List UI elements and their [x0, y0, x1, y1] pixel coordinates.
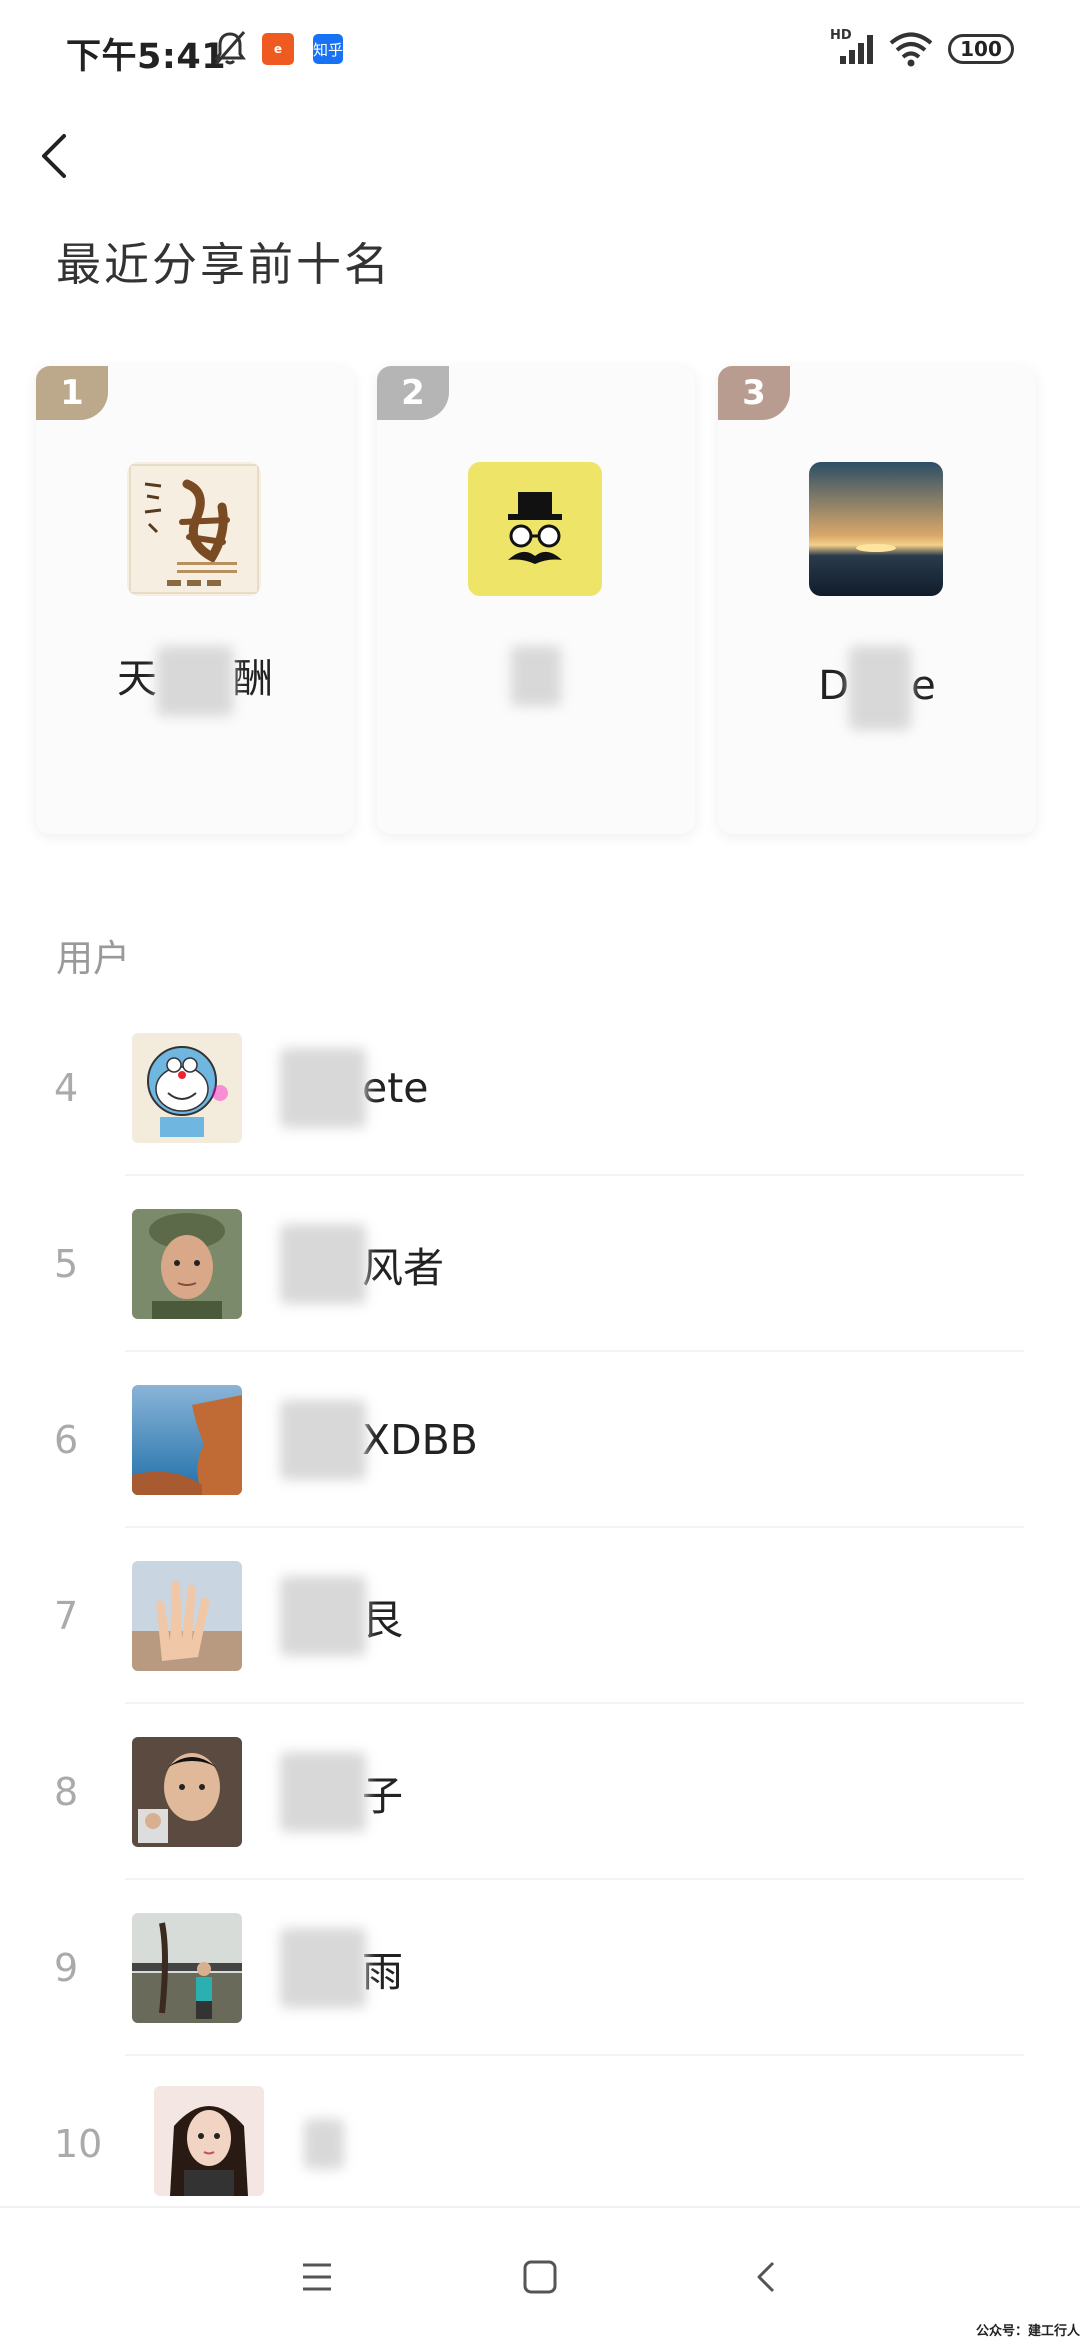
home-button[interactable] [495, 2232, 585, 2322]
home-square-icon [523, 2260, 557, 2294]
back-button[interactable] [24, 120, 94, 192]
zhihu-icon: 知乎 [313, 34, 343, 64]
avatar [127, 462, 261, 596]
rank-badge-bronze: 3 [718, 366, 790, 420]
list-item[interactable]: 7 艮 [0, 1528, 1080, 1704]
back-icon [757, 2261, 775, 2293]
signal-icon: HD [830, 28, 878, 72]
taobao-icon: e [262, 33, 294, 65]
back-chevron-icon [42, 134, 66, 178]
avatar [809, 462, 943, 596]
username: 子 [280, 1704, 403, 1880]
rank-number: 10 [54, 2122, 103, 2166]
list-item[interactable]: 6 XDBB [0, 1352, 1080, 1528]
rank-number: 6 [54, 1418, 79, 1462]
menu-icon [303, 2263, 331, 2291]
list-item[interactable]: 5 风者 [0, 1176, 1080, 1352]
recent-apps-button[interactable] [272, 2232, 362, 2322]
card-username [377, 646, 695, 706]
hd-label: HD [830, 28, 852, 43]
rank-badge-gold: 1 [36, 366, 108, 420]
section-label: 用户 [56, 937, 130, 980]
username: ete [280, 1000, 429, 1176]
username: 风者 [280, 1176, 444, 1352]
username: 雨 [280, 1880, 403, 2056]
card-username: 天酬 [36, 646, 354, 716]
avatar [132, 1033, 242, 1143]
rank-badge-silver: 2 [377, 366, 449, 420]
list-item[interactable]: 9 雨 [0, 1880, 1080, 2056]
avatar [154, 2086, 264, 2196]
mute-bell-icon [210, 28, 250, 72]
list-item[interactable]: 10 [0, 2056, 1080, 2206]
avatar [132, 1561, 242, 1671]
battery-indicator: 100 [948, 34, 1014, 64]
system-back-button[interactable] [722, 2232, 812, 2322]
rank-number: 4 [54, 1066, 79, 1110]
avatar [132, 1737, 242, 1847]
watermark-text: 公众号：建工行人 [976, 2324, 1080, 2339]
list-item[interactable]: 4 ete [0, 1000, 1080, 1176]
avatar [132, 1913, 242, 2023]
username: XDBB [280, 1352, 478, 1528]
rank-number: 8 [54, 1770, 79, 1814]
wifi-icon [888, 30, 934, 72]
username [280, 2056, 344, 2206]
top-user-card-3[interactable]: 3 De [718, 366, 1036, 834]
username: 艮 [280, 1528, 403, 1704]
system-nav-bar [0, 2206, 1080, 2342]
page-title: 最近分享前十名 [56, 238, 393, 291]
rank-number: 9 [54, 1946, 79, 1990]
list-item[interactable]: 8 子 [0, 1704, 1080, 1880]
status-bar: 下午5:41 e 知乎 HD 100 [0, 0, 1080, 100]
top-user-card-1[interactable]: 1 天酬 [36, 366, 354, 834]
avatar [468, 462, 602, 596]
card-username: De [718, 646, 1036, 730]
top-user-card-2[interactable]: 2 [377, 366, 695, 834]
status-time: 下午5:41 [66, 37, 227, 77]
avatar [132, 1385, 242, 1495]
rank-number: 7 [54, 1594, 79, 1638]
rank-number: 5 [54, 1242, 79, 1286]
avatar [132, 1209, 242, 1319]
